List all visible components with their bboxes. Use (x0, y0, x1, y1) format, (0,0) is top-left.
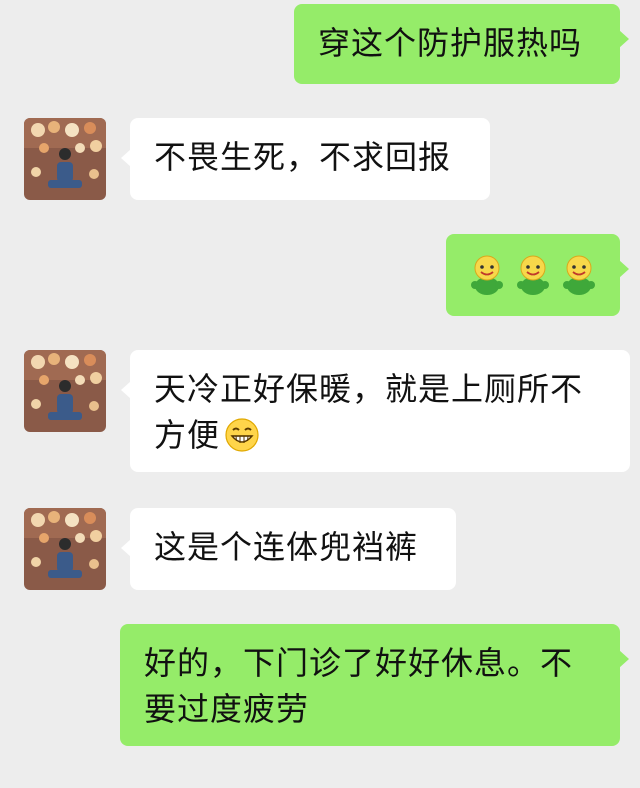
outgoing-message-bubble[interactable] (446, 234, 629, 316)
contact-avatar[interactable] (24, 508, 106, 590)
message-text-line-2: 要过度疲劳 (144, 690, 310, 728)
avatar-image (24, 508, 106, 590)
outgoing-message-bubble[interactable]: 好的，下门诊了好好休息。不 要过度疲劳 (120, 624, 629, 746)
incoming-message-bubble[interactable]: 不畏生死，不求回报 (121, 118, 490, 200)
smile-green-doll-emoji (563, 255, 595, 295)
avatar-image (24, 118, 106, 200)
smile-green-doll-emoji (517, 255, 549, 295)
message-text-line: 好的，下门诊了好好休息。不 (144, 644, 574, 682)
message-text: 方便 (154, 416, 221, 454)
smile-green-doll-emoji (471, 255, 503, 295)
chat-area: 穿这个防护服热吗 不畏生死，不求回报 天冷正好保暖，就是上厕所不 方便 这是个连… (0, 0, 640, 788)
contact-avatar[interactable] (24, 118, 106, 200)
message-text: 这是个连体兜裆裤 (154, 528, 419, 566)
avatar-image (24, 350, 106, 432)
message-text-line-2: 方便 (154, 412, 606, 458)
message-text: 穿这个防护服热吗 (318, 24, 583, 62)
grin-emoji (225, 418, 259, 452)
contact-avatar[interactable] (24, 350, 106, 432)
message-text: 不畏生死，不求回报 (154, 138, 452, 176)
incoming-message-bubble[interactable]: 天冷正好保暖，就是上厕所不 方便 (121, 350, 630, 472)
incoming-message-bubble[interactable]: 这是个连体兜裆裤 (121, 508, 456, 590)
emoji-row (462, 252, 604, 296)
outgoing-message-bubble[interactable]: 穿这个防护服热吗 (294, 4, 629, 84)
message-text-line: 天冷正好保暖，就是上厕所不 (154, 370, 584, 408)
